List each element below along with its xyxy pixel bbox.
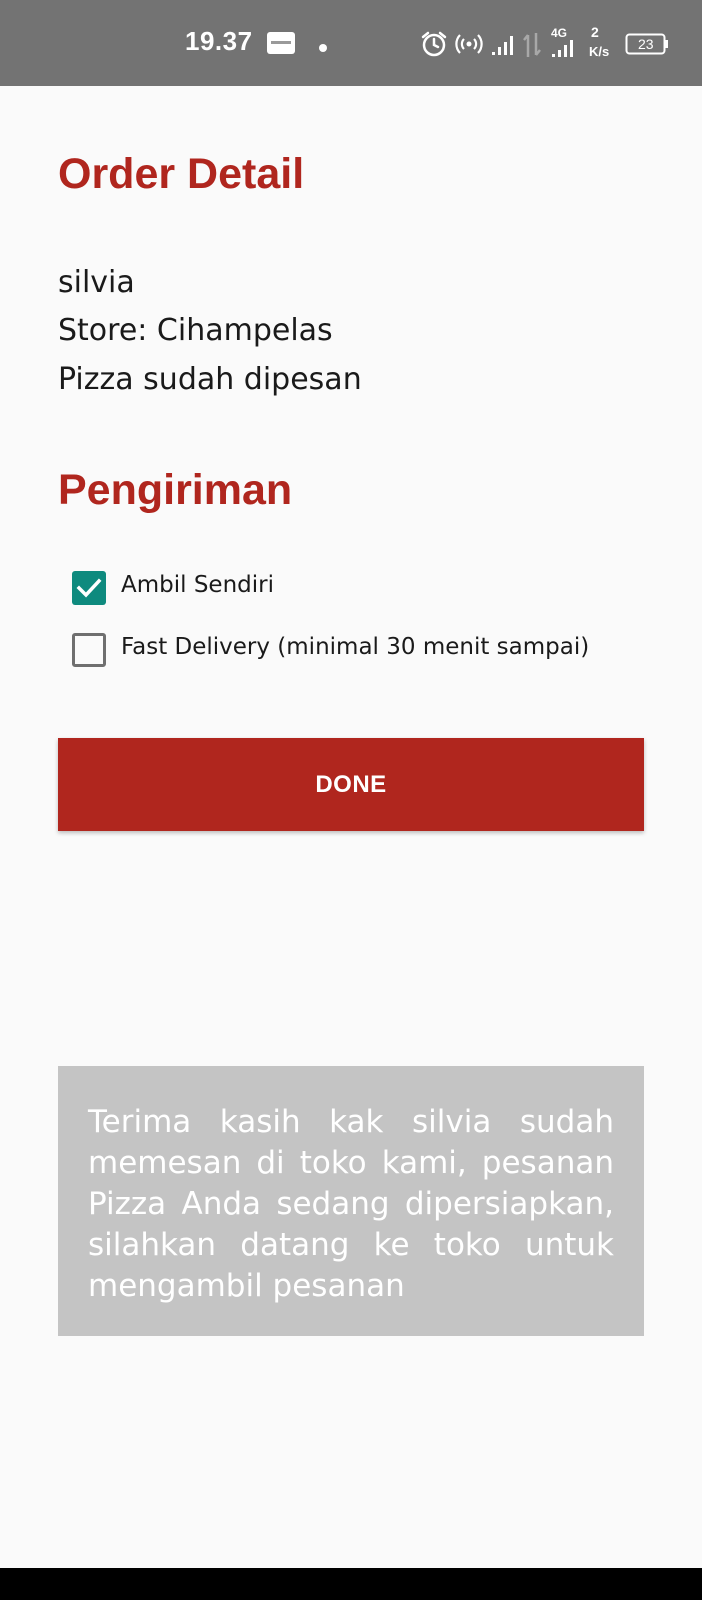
network-type-label: 4G [551,26,568,40]
alarm-icon [420,30,448,62]
ambil-sendiri-label[interactable]: Ambil Sendiri [121,572,274,598]
thank-you-message: Terima kasih kak silvia sudah memesan di… [58,1066,644,1336]
network-speed-value: 2 [591,24,599,40]
done-button[interactable]: DONE [58,738,644,831]
fast-delivery-label[interactable]: Fast Delivery (minimal 30 menit sampai) [121,634,589,660]
order-detail-title: Order Detail [58,150,305,198]
battery-level: 23 [638,36,654,52]
delivery-title: Pengiriman [58,466,293,514]
signal-4g-icon [551,40,577,62]
customer-name: silvia [58,265,135,300]
signal-icon [491,34,517,60]
ambil-sendiri-checkbox[interactable] [72,571,106,605]
notification-app-icon [266,31,296,59]
checkmark-icon [76,578,102,598]
fast-delivery-checkbox[interactable] [72,633,106,667]
data-arrows-icon [523,31,541,63]
status-time: 19.37 [185,26,253,56]
thank-you-message-text: Terima kasih kak silvia sudah memesan di… [88,1104,614,1304]
order-status: Pizza sudah dipesan [58,362,362,397]
status-bar: 19.37 4G 2 K/s 23 [0,0,702,86]
network-speed-unit: K/s [589,44,610,59]
store-name: Store: Cihampelas [58,313,333,348]
hotspot-icon [455,32,483,60]
dot-icon [318,38,328,57]
navigation-bar [0,1568,702,1600]
